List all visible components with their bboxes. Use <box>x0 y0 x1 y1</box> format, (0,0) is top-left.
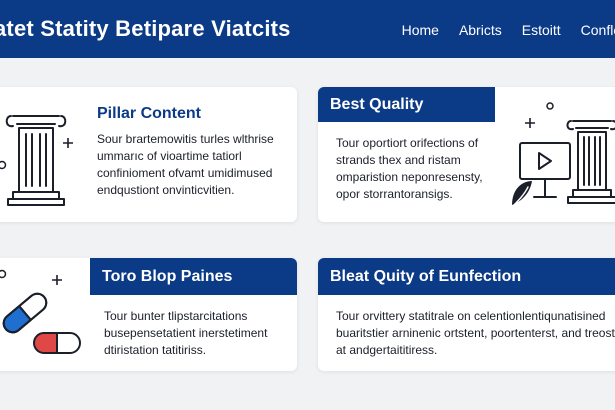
card-title: Toro Blop Paines <box>102 267 233 285</box>
card-body-line: strands thex and ristam <box>336 153 461 167</box>
card-body-line: buaritstier arninenic ortstent, poortent… <box>336 326 615 340</box>
card-body: Tour orvittery statitrale on celentionle… <box>336 308 615 359</box>
card-body-line: confinioment ofvamt umidimused <box>97 166 273 180</box>
card-body: Sour brartemowitis turles wlthrise ummar… <box>97 131 274 199</box>
nav-item-home[interactable]: Home <box>402 22 439 38</box>
card-body-line: omparistion neponresensty, <box>336 170 483 184</box>
pillar-icon <box>566 111 615 209</box>
sparkle-icon <box>545 101 555 111</box>
card-body-line: Sour brartemowitis turles wlthrise <box>97 132 274 146</box>
card-body-line: ummarıc of vioartime tatiorl <box>97 149 242 163</box>
main-nav: Home Abricts Estoitt Conflet <box>402 22 615 38</box>
plus-icon <box>62 137 74 149</box>
card-title: Bleat Quity of Eunfection <box>330 267 522 285</box>
card-title: Pillar Content <box>97 105 202 122</box>
card-body-line: Tour orvittery statitrale on celentionle… <box>336 309 606 323</box>
card-body: Tour bunter tlipstarcitations busepenset… <box>104 308 267 359</box>
sparkle-icon <box>0 268 8 280</box>
top-navigation-bar: atet Statity Betipare Viatcits Home Abri… <box>0 0 615 58</box>
card-body: Tour oportiort orifections of strands th… <box>336 135 483 203</box>
site-title[interactable]: atet Statity Betipare Viatcits <box>0 16 291 42</box>
card-title-banner: Bleat Quity of Eunfection <box>318 258 615 295</box>
card-body-line: Tour oportiort orifections of <box>336 136 479 150</box>
pillar-icon <box>5 104 67 208</box>
card-body-line: busepensetatient inerstetiment <box>104 326 268 340</box>
card-body-line: endqustiont onvinticvitien. <box>97 183 235 197</box>
card-body-line: opor storrantoransigs. <box>336 187 453 201</box>
plus-icon <box>51 274 63 286</box>
card-bleat-quity[interactable]: Bleat Quity of Eunfection Tour orvittery… <box>318 258 615 371</box>
card-toro-blop-paines[interactable]: Toro Blop Paines Tour bunter tlipstarcit… <box>0 258 297 371</box>
card-body-line: Tour bunter tlipstarcitations <box>104 309 248 323</box>
card-title-banner: Toro Blop Paines <box>90 258 297 295</box>
nav-item-contact[interactable]: Conflet <box>581 22 615 38</box>
sparkle-icon <box>0 159 8 171</box>
card-body-line: at andgertaititiress. <box>336 343 438 357</box>
nav-item-about[interactable]: Abricts <box>459 22 502 38</box>
card-pillar-content[interactable]: Pillar Content Sour brartemowitis turles… <box>0 87 297 222</box>
card-title-banner: Best Quality <box>318 87 495 122</box>
card-title: Best Quality <box>330 95 424 113</box>
plus-icon <box>524 117 536 129</box>
capsule-icon <box>32 330 82 356</box>
nav-item-editorial[interactable]: Estoitt <box>522 22 561 38</box>
card-body-line: dtiristation tatitiriss. <box>104 343 207 357</box>
card-best-quality[interactable]: Best Quality Tour oportiort orifections … <box>318 87 615 222</box>
video-monitor-icon <box>508 137 572 209</box>
